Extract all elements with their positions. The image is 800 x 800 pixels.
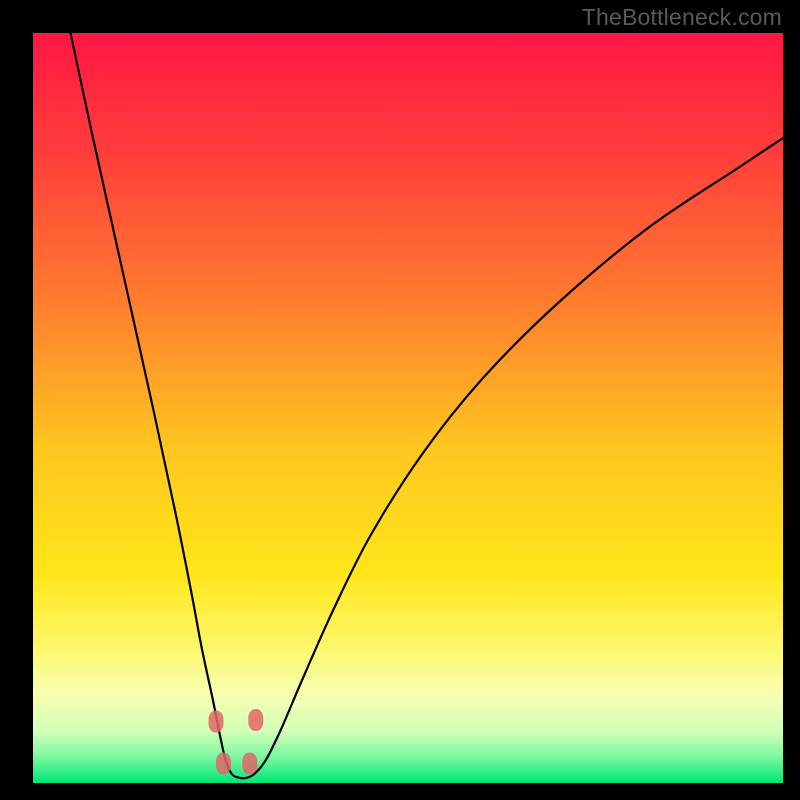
curve-marker-2	[216, 753, 231, 775]
bottleneck-curve	[71, 33, 784, 778]
watermark-text: TheBottleneck.com	[582, 4, 782, 31]
chart-overlay-svg	[33, 33, 783, 783]
curve-marker-0	[209, 711, 224, 733]
chart-frame: TheBottleneck.com	[0, 0, 800, 800]
marker-group	[209, 709, 264, 775]
curve-marker-1	[248, 709, 263, 731]
chart-plot-area	[33, 33, 783, 783]
curve-marker-3	[242, 753, 257, 775]
